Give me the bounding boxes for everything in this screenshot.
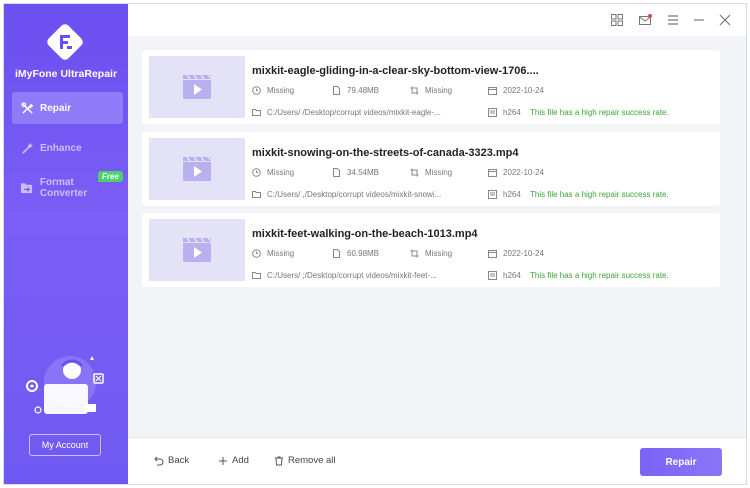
repair-button[interactable]: Repair (640, 448, 722, 476)
video-clapper-icon (183, 74, 212, 99)
status-info: Missing (252, 86, 294, 95)
app-name: iMyFone UltraRepair (14, 68, 118, 80)
repair-success-note: This file has a high repair success rate… (530, 190, 669, 199)
resolution-info: Missing (410, 86, 452, 95)
folder-icon (252, 271, 261, 280)
sidebar-item-label: Repair (40, 102, 72, 114)
app-window: iMyFone UltraRepair Repair Enhance Forma… (3, 3, 747, 485)
resolution-icon (410, 168, 419, 177)
file-name: mixkit-eagle-gliding-in-a-clear-sky-bott… (252, 65, 539, 77)
calendar-icon (488, 86, 497, 95)
clock-icon (252, 168, 261, 177)
calendar-icon (488, 168, 497, 177)
path-info: C:/Users/ ;/Desktop/corrupt videos/mixki… (252, 271, 437, 280)
size-info: 60.98MB (332, 249, 379, 258)
file-icon (332, 86, 341, 95)
plus-icon (218, 456, 228, 466)
video-clapper-icon (183, 156, 212, 181)
calendar-icon (488, 249, 497, 258)
path-info: C:/Users/ /Desktop/corrupt videos/mixkit… (252, 108, 441, 117)
grid-icon[interactable] (610, 13, 624, 27)
sidebar-item-enhance[interactable]: Enhance (12, 132, 123, 164)
codec-icon (488, 190, 497, 199)
video-thumbnail (149, 56, 245, 118)
file-card[interactable]: mixkit-eagle-gliding-in-a-clear-sky-bott… (142, 50, 720, 124)
size-info: 34.54MB (332, 168, 379, 177)
remove-all-button[interactable]: Remove all (274, 455, 336, 466)
free-badge: Free (98, 171, 123, 182)
back-button[interactable]: Back (154, 455, 189, 466)
sidebar: iMyFone UltraRepair Repair Enhance Forma… (4, 4, 128, 484)
tools-icon (20, 101, 34, 115)
codec-icon (488, 271, 497, 280)
resolution-icon (410, 249, 419, 258)
file-icon (332, 168, 341, 177)
codec-info: h264 (488, 108, 521, 117)
trash-icon (274, 456, 284, 466)
status-info: Missing (252, 249, 294, 258)
video-clapper-icon (183, 237, 212, 262)
video-thumbnail (149, 219, 245, 281)
back-arrow-icon (154, 456, 164, 466)
codec-info: h264 (488, 271, 521, 280)
size-info: 79.48MB (332, 86, 379, 95)
sidebar-item-label: Enhance (40, 142, 82, 154)
resolution-info: Missing (410, 168, 452, 177)
magic-wand-icon (20, 141, 34, 155)
menu-icon[interactable] (666, 13, 680, 27)
date-info: 2022-10-24 (488, 86, 544, 95)
resolution-info: Missing (410, 249, 452, 258)
folder-icon (252, 190, 261, 199)
my-account-button[interactable]: My Account (29, 434, 101, 456)
date-info: 2022-10-24 (488, 168, 544, 177)
sidebar-item-repair[interactable]: Repair (12, 92, 123, 124)
codec-info: h264 (488, 190, 521, 199)
file-card[interactable]: mixkit-snowing-on-the-streets-of-canada-… (142, 132, 720, 206)
status-info: Missing (252, 168, 294, 177)
app-logo-icon (45, 22, 85, 62)
mail-icon[interactable] (638, 13, 652, 27)
minimize-icon[interactable] (692, 13, 706, 27)
resolution-icon (410, 86, 419, 95)
video-thumbnail (149, 138, 245, 200)
add-button[interactable]: Add (218, 455, 249, 466)
file-card[interactable]: mixkit-feet-walking-on-the-beach-1013.mp… (142, 213, 720, 287)
path-info: C:/Users/ ,/Desktop/corrupt videos/mixki… (252, 190, 441, 199)
footer-toolbar: Back Add Remove all Repair (128, 437, 746, 484)
file-name: mixkit-snowing-on-the-streets-of-canada-… (252, 147, 519, 159)
file-icon (332, 249, 341, 258)
clock-icon (252, 86, 261, 95)
repair-success-note: This file has a high repair success rate… (530, 108, 669, 117)
repair-success-note: This file has a high repair success rate… (530, 271, 669, 280)
codec-icon (488, 108, 497, 117)
clock-icon (252, 249, 261, 258)
converter-icon (20, 181, 34, 195)
folder-icon (252, 108, 261, 117)
file-list: mixkit-eagle-gliding-in-a-clear-sky-bott… (128, 36, 746, 437)
file-name: mixkit-feet-walking-on-the-beach-1013.mp… (252, 228, 478, 240)
person-illustration-icon (22, 350, 112, 422)
close-icon[interactable] (718, 13, 732, 27)
date-info: 2022-10-24 (488, 249, 544, 258)
title-bar (128, 4, 746, 36)
